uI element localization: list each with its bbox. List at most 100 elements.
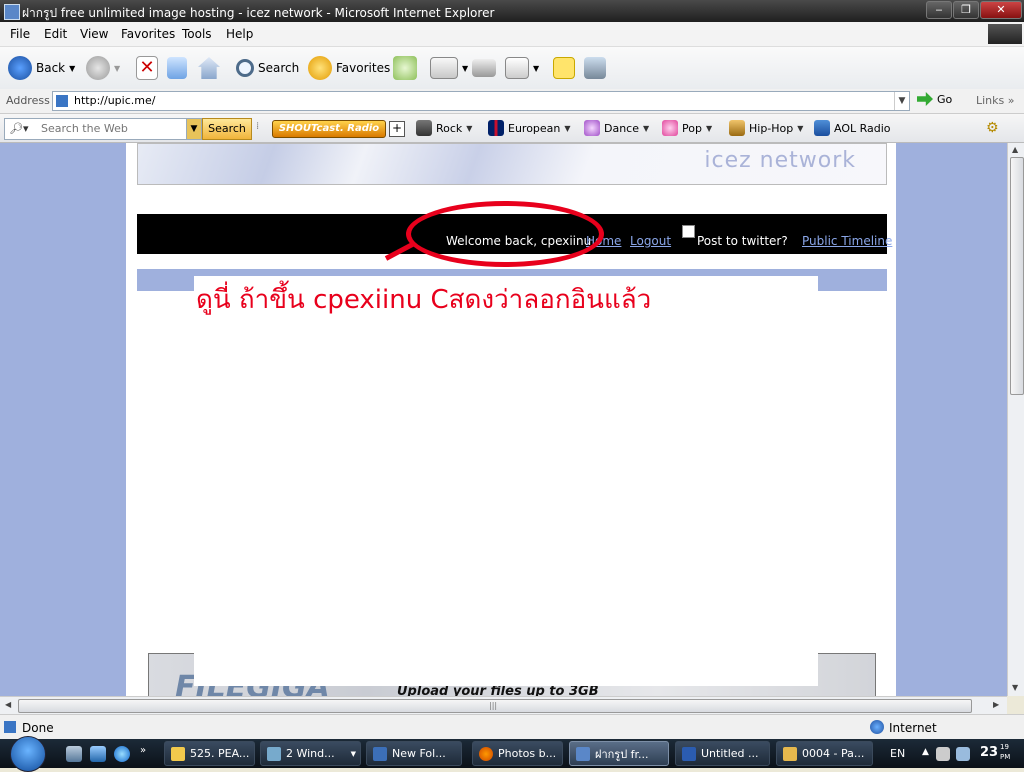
station-hip-hop[interactable]: Hip-Hop ▼ (729, 120, 803, 136)
web-search-box[interactable]: 🔎︎▾ ▼ (4, 118, 202, 140)
horizontal-scroll-thumb[interactable]: ||| (18, 699, 972, 713)
task-button[interactable]: 525. PEA... (164, 741, 255, 766)
station-pop[interactable]: Pop ▼ (662, 120, 712, 136)
ie-page-icon (4, 4, 20, 20)
task-button[interactable]: 0004 - Pa... (776, 741, 873, 766)
web-search-button[interactable]: Search (202, 118, 252, 140)
stop-button[interactable]: ✕ (136, 54, 158, 82)
radio-toolbar: 🔎︎▾ ▼ Search ⁞ SHOUTcast. Radio + Rock ▼… (0, 114, 1024, 143)
task-button[interactable]: Photos b... (472, 741, 563, 766)
search-button[interactable]: Search (236, 54, 299, 82)
address-url[interactable]: http://upic.me/ (74, 94, 155, 107)
mail-icon (430, 57, 458, 79)
add-station-button[interactable]: + (389, 121, 405, 137)
task-button[interactable]: Untitled ... (675, 741, 770, 766)
links-button[interactable]: Links » (976, 94, 1015, 107)
banner-text: icez network (704, 148, 856, 173)
tray-users-icon[interactable] (956, 747, 970, 761)
address-input[interactable]: http://upic.me/ ▼ (52, 91, 910, 111)
menu-file[interactable]: File (10, 27, 30, 41)
uk-flag-icon (488, 120, 504, 136)
links-label: Links (976, 94, 1005, 107)
back-label: Back (36, 61, 66, 75)
back-button[interactable]: Back ▼ (8, 54, 75, 82)
task-button[interactable]: 2 Wind... ▼ (260, 741, 361, 766)
home-icon (198, 57, 220, 79)
edit-button[interactable]: ▼ (505, 54, 539, 82)
clock-hours[interactable]: 23 (980, 745, 998, 760)
task-button[interactable]: New Fol... (366, 741, 462, 766)
scroll-down-icon[interactable]: ▼ (1012, 683, 1018, 692)
scroll-right-icon[interactable]: ▶ (993, 700, 999, 709)
quicklaunch-ie-icon[interactable] (114, 746, 130, 762)
station-aol-radio[interactable]: AOL Radio (814, 120, 891, 136)
page-icon (4, 721, 16, 733)
task-label: ฝากรูป fr... (595, 747, 649, 761)
language-indicator[interactable]: EN (890, 747, 905, 760)
dance-icon (584, 120, 600, 136)
post-to-twitter-checkbox[interactable] (682, 225, 695, 238)
print-button[interactable] (472, 54, 496, 82)
quicklaunch-desktop-icon[interactable] (90, 746, 106, 762)
chevron-down-icon: ▼ (705, 123, 713, 133)
refresh-button[interactable] (167, 54, 187, 82)
station-hip-hop-label: Hip-Hop (749, 121, 794, 135)
favorites-button[interactable]: Favorites (308, 54, 390, 82)
forward-button[interactable]: ▼ (86, 54, 120, 82)
minimize-button[interactable]: ‒ (926, 1, 952, 19)
go-button[interactable]: Go (917, 92, 952, 106)
menu-view[interactable]: View (80, 27, 108, 41)
menu-help[interactable]: Help (226, 27, 253, 41)
tray-network-icon[interactable] (936, 747, 950, 761)
address-dropdown-button[interactable]: ▼ (894, 92, 909, 110)
search-dropdown-button[interactable]: ▼ (186, 119, 201, 139)
station-dance[interactable]: Dance ▼ (584, 120, 649, 136)
menu-favorites[interactable]: Favorites (121, 27, 175, 41)
back-arrow-icon (8, 56, 32, 80)
research-button[interactable] (584, 54, 606, 82)
scroll-grip-icon: ||| (489, 701, 498, 710)
menu-edit[interactable]: Edit (44, 27, 67, 41)
gear-icon[interactable]: ⚙ (986, 120, 999, 136)
search-icon (236, 59, 254, 77)
chevron-down-icon: ▼ (466, 123, 473, 133)
public-timeline-link[interactable]: Public Timeline (802, 234, 892, 248)
history-button[interactable] (393, 54, 417, 82)
chevron-down-icon: ▼ (350, 749, 356, 758)
vertical-scroll-thumb[interactable] (1010, 157, 1024, 395)
status-text: Done (22, 721, 54, 735)
chevron-down-icon: ▼ (564, 123, 571, 133)
station-rock[interactable]: Rock ▼ (416, 120, 472, 136)
toolbar-grip-icon: ⁞ (256, 121, 260, 132)
horizontal-scrollbar[interactable]: ◀ ||| ▶ (0, 696, 1007, 714)
chevron-right-icon[interactable]: » (140, 745, 146, 756)
task-app-icon (267, 746, 281, 761)
vertical-scrollbar[interactable]: ▲ ▼ (1007, 143, 1024, 696)
chevron-down-icon: ▼ (462, 63, 469, 73)
stop-icon: ✕ (136, 56, 158, 80)
task-label: Photos b... (498, 747, 557, 760)
task-button-active[interactable]: ฝากรูป fr... (569, 741, 669, 766)
station-aol-radio-label: AOL Radio (834, 121, 891, 135)
edit-icon (505, 57, 529, 79)
mail-button[interactable]: ▼ (430, 54, 468, 82)
tray-expand-icon[interactable]: ▲ (922, 747, 929, 757)
logout-link[interactable]: Logout (630, 234, 671, 248)
web-search-input[interactable] (41, 122, 181, 135)
task-label: New Fol... (392, 747, 446, 760)
home-button[interactable] (198, 54, 220, 82)
globe-icon (870, 720, 884, 734)
quicklaunch-notepad-icon[interactable] (66, 746, 82, 762)
scroll-left-icon[interactable]: ◀ (5, 700, 11, 709)
rock-icon (416, 120, 432, 136)
scroll-up-icon[interactable]: ▲ (1012, 145, 1018, 154)
start-button[interactable] (10, 736, 46, 772)
station-european[interactable]: European ▼ (488, 120, 571, 136)
shoutcast-radio-button[interactable]: SHOUTcast. Radio (272, 120, 386, 138)
task-app-icon (373, 746, 387, 761)
notes-button[interactable] (553, 54, 575, 82)
close-button[interactable]: ✕ (980, 1, 1022, 19)
note-icon (553, 57, 575, 79)
maximize-button[interactable]: ❐ (953, 1, 979, 19)
menu-tools[interactable]: Tools (182, 27, 212, 41)
